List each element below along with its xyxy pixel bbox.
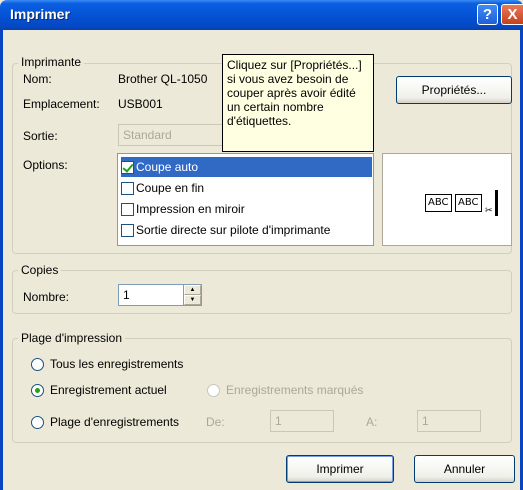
option-cut-at-end[interactable]: Coupe en fin — [121, 178, 372, 198]
from-label: De: — [206, 415, 225, 429]
preview-label-1: ABC — [425, 194, 452, 212]
print-button[interactable]: Imprimer — [286, 455, 394, 483]
checkbox-icon[interactable] — [121, 181, 134, 195]
spin-up-icon[interactable]: ▲ — [184, 285, 201, 295]
marked-records-label[interactable]: Enregistrements marqués — [226, 383, 363, 397]
window-title: Imprimer — [10, 6, 70, 22]
checkbox-icon[interactable] — [121, 160, 134, 174]
option-direct-output[interactable]: Sortie directe sur pilote d'imprimante — [121, 220, 372, 240]
tooltip: Cliquez sur [Propriétés...] si vous avez… — [222, 54, 374, 152]
preview-label-2: ABC — [455, 194, 482, 212]
options-list[interactable]: Coupe auto Coupe en fin Impression en mi… — [117, 153, 374, 246]
title-bar[interactable] — [0, 0, 523, 30]
print-range-legend: Plage d'impression — [18, 331, 126, 345]
copies-legend: Copies — [18, 263, 62, 277]
spin-down-icon[interactable]: ▼ — [184, 295, 201, 305]
current-record-label[interactable]: Enregistrement actuel — [50, 383, 167, 397]
close-button[interactable]: X — [501, 4, 523, 25]
copies-group — [12, 270, 512, 314]
option-mirror-print[interactable]: Impression en miroir — [121, 199, 372, 219]
radio-all-records[interactable] — [31, 358, 44, 371]
to-input[interactable]: 1 — [417, 410, 481, 432]
radio-marked-records[interactable] — [207, 384, 220, 397]
option-label: Sortie directe sur pilote d'imprimante — [136, 223, 331, 237]
option-label: Coupe en fin — [136, 181, 205, 195]
record-range-label[interactable]: Plage d'enregistrements — [50, 415, 179, 429]
scissors-icon: ✂ — [485, 205, 493, 215]
radio-record-range[interactable] — [31, 416, 44, 429]
copies-input[interactable]: 1 — [118, 284, 184, 306]
printer-legend: Imprimante — [18, 55, 85, 69]
options-label: Options: — [23, 158, 68, 172]
radio-current-record[interactable] — [31, 384, 44, 397]
all-records-label[interactable]: Tous les enregistrements — [50, 357, 183, 371]
location-label: Emplacement: — [23, 97, 100, 111]
checkbox-icon[interactable] — [121, 223, 134, 237]
tape-edge-icon — [495, 190, 498, 216]
name-label: Nom: — [23, 72, 52, 86]
properties-button[interactable]: Propriétés... — [396, 76, 512, 104]
help-button[interactable]: ? — [477, 4, 498, 25]
copies-spinner[interactable]: ▲ ▼ — [184, 284, 202, 306]
cut-preview: ABC ABC ✂ — [382, 153, 512, 246]
output-select[interactable]: Standard — [118, 124, 226, 146]
checkbox-icon[interactable] — [121, 202, 134, 216]
from-input[interactable]: 1 — [270, 410, 334, 432]
output-label: Sortie: — [23, 129, 58, 143]
option-label: Impression en miroir — [136, 202, 245, 216]
option-label: Coupe auto — [136, 160, 199, 174]
cancel-button[interactable]: Annuler — [414, 455, 515, 483]
printer-name-value: Brother QL-1050 — [118, 72, 208, 86]
option-auto-cut[interactable]: Coupe auto — [121, 157, 372, 177]
location-value: USB001 — [118, 97, 163, 111]
to-label: A: — [366, 415, 378, 429]
number-label: Nombre: — [23, 290, 70, 304]
